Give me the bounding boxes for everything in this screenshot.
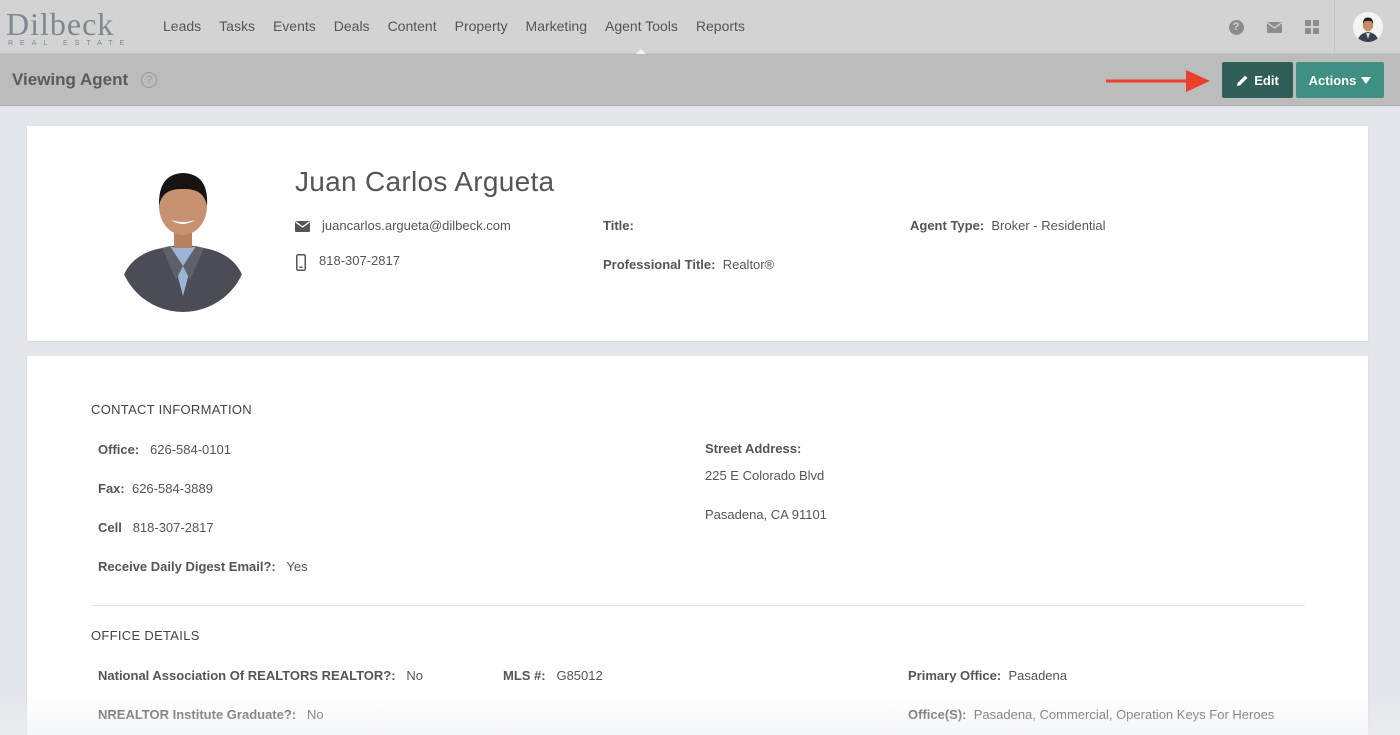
offices-value: Pasadena, Commercial, Operation Keys For… bbox=[973, 707, 1275, 722]
mls-number-label: MLS #: bbox=[503, 668, 546, 683]
pencil-icon bbox=[1237, 75, 1248, 86]
realtor-institute-label: NREALTOR Institute Graduate?: bbox=[98, 707, 297, 722]
page-help-icon[interactable]: ? bbox=[141, 72, 157, 88]
email-icon bbox=[295, 221, 310, 232]
nav-item-leads[interactable]: Leads bbox=[154, 0, 210, 54]
help-glyph: ? bbox=[1228, 19, 1244, 35]
title-field: Title: bbox=[603, 218, 634, 233]
offices-label: Office(S): bbox=[908, 707, 967, 722]
fax-value: 626-584-3889 bbox=[131, 481, 213, 496]
nav-item-deals[interactable]: Deals bbox=[325, 0, 379, 54]
office-phone-value: 626-584-0101 bbox=[150, 442, 231, 457]
daily-digest-field: Receive Daily Digest Email?: Yes bbox=[98, 559, 308, 574]
professional-title-field: Professional Title: Realtor® bbox=[603, 257, 774, 272]
agent-profile-card: Juan Carlos Argueta juancarlos.argueta@d… bbox=[27, 126, 1368, 341]
primary-office-label: Primary Office: bbox=[908, 668, 1002, 683]
cell-label: Cell bbox=[98, 520, 122, 535]
realtor-institute-value: No bbox=[306, 707, 324, 722]
apps-grid-icon[interactable] bbox=[1302, 17, 1322, 37]
professional-title-label: Professional Title: bbox=[603, 257, 716, 272]
user-avatar[interactable] bbox=[1353, 12, 1383, 42]
nar-realtor-label: National Association Of REALTORS REALTOR… bbox=[98, 668, 396, 683]
actions-button-label: Actions bbox=[1308, 72, 1357, 88]
nar-realtor-field: National Association Of REALTORS REALTOR… bbox=[98, 668, 423, 683]
logo-tagline: REAL ESTATE bbox=[8, 40, 132, 47]
offices-field: Office(S): Pasadena, Commercial, Operati… bbox=[908, 707, 1274, 722]
nav-utility-icons: ? bbox=[1226, 17, 1322, 37]
mail-icon[interactable] bbox=[1264, 17, 1284, 37]
annotation-arrow-icon bbox=[1106, 70, 1210, 92]
nav-item-events[interactable]: Events bbox=[264, 0, 325, 54]
agent-photo bbox=[118, 154, 248, 312]
nav-item-reports[interactable]: Reports bbox=[687, 0, 754, 54]
agent-phone[interactable]: 818-307-2817 bbox=[319, 253, 400, 268]
daily-digest-value: Yes bbox=[286, 559, 308, 574]
primary-office-value: Pasadena bbox=[1008, 668, 1067, 683]
nav-item-content[interactable]: Content bbox=[379, 0, 446, 54]
office-phone-label: Office: bbox=[98, 442, 140, 457]
realtor-institute-field: NREALTOR Institute Graduate?: No bbox=[98, 707, 324, 722]
mobile-phone-icon bbox=[296, 254, 306, 271]
title-label: Title: bbox=[603, 218, 634, 233]
help-icon[interactable]: ? bbox=[1226, 17, 1246, 37]
street-address-line1: 225 E Colorado Blvd bbox=[705, 468, 825, 483]
nav-item-agent-tools[interactable]: Agent Tools bbox=[596, 0, 687, 55]
street-address-line2: Pasadena, CA 91101 bbox=[705, 507, 827, 522]
office-details-section-title: OFFICE DETAILS bbox=[91, 628, 200, 643]
mls-number-value: G85012 bbox=[556, 668, 603, 683]
nav-item-property[interactable]: Property bbox=[446, 0, 517, 54]
dilbeck-logo[interactable]: Dilbeck REAL ESTATE bbox=[6, 6, 130, 48]
contact-section-title: CONTACT INFORMATION bbox=[91, 402, 252, 417]
fax-label: Fax: bbox=[98, 481, 125, 496]
agent-type-field: Agent Type: Broker - Residential bbox=[910, 218, 1106, 233]
street-address-label: Street Address: bbox=[705, 441, 802, 456]
agent-email[interactable]: juancarlos.argueta@dilbeck.com bbox=[322, 218, 511, 233]
cell-field: Cell 818-307-2817 bbox=[98, 520, 214, 535]
fax-field: Fax: 626-584-3889 bbox=[98, 481, 213, 496]
agent-name-heading: Juan Carlos Argueta bbox=[295, 166, 555, 197]
edit-button-label: Edit bbox=[1254, 72, 1279, 88]
primary-office-field: Primary Office: Pasadena bbox=[908, 668, 1067, 683]
caret-down-icon bbox=[1361, 76, 1372, 84]
nav-divider bbox=[1334, 0, 1335, 54]
mls-number-field: MLS #: G85012 bbox=[503, 668, 603, 683]
actions-dropdown-button[interactable]: Actions bbox=[1296, 62, 1384, 98]
logo-wordmark: Dilbeck bbox=[6, 6, 115, 42]
nav-item-marketing[interactable]: Marketing bbox=[517, 0, 596, 54]
page-header-bar: Viewing Agent ? Edit Actions bbox=[0, 54, 1400, 106]
page-title: Viewing Agent bbox=[12, 70, 129, 89]
office-phone-field: Office: 626-584-0101 bbox=[98, 442, 231, 457]
main-menu: Leads Tasks Events Deals Content Propert… bbox=[154, 0, 754, 55]
agent-details-card: CONTACT INFORMATION Office: 626-584-0101… bbox=[27, 356, 1368, 735]
professional-title-value: Realtor® bbox=[722, 257, 775, 272]
agent-type-value: Broker - Residential bbox=[991, 218, 1106, 233]
cell-value: 818-307-2817 bbox=[132, 520, 214, 535]
edit-button[interactable]: Edit bbox=[1222, 62, 1293, 98]
agent-type-label: Agent Type: bbox=[910, 218, 985, 233]
daily-digest-label: Receive Daily Digest Email?: bbox=[98, 559, 276, 574]
nav-item-tasks[interactable]: Tasks bbox=[210, 0, 264, 54]
section-divider bbox=[91, 605, 1305, 606]
top-navbar: Dilbeck REAL ESTATE Leads Tasks Events D… bbox=[0, 0, 1400, 55]
nar-realtor-value: No bbox=[406, 668, 424, 683]
